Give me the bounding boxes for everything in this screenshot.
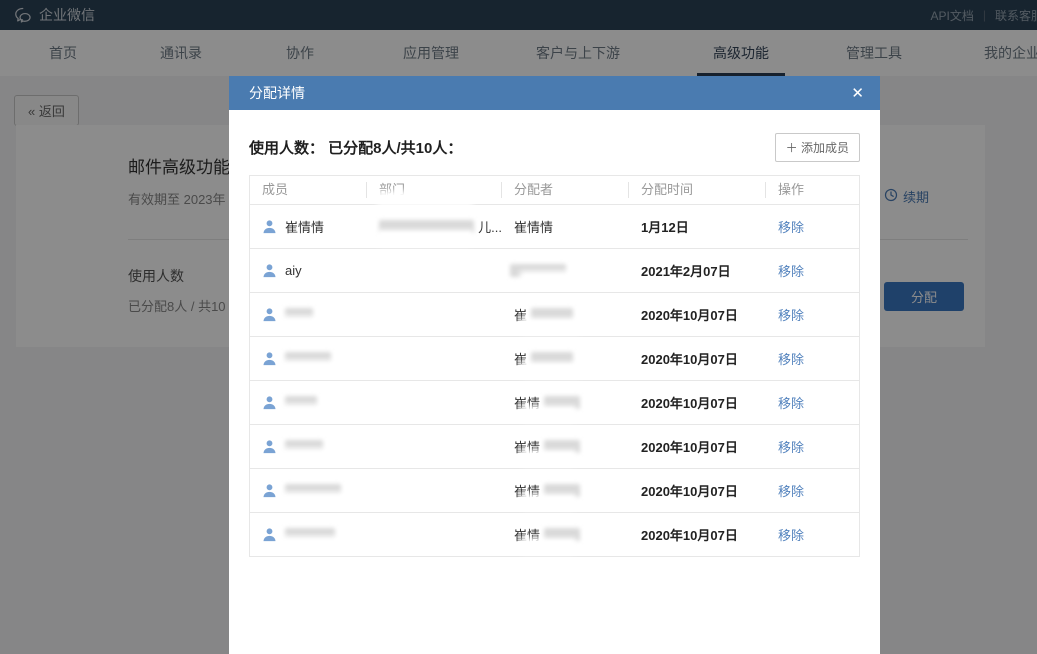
member-cell: 崔情情 — [250, 217, 367, 236]
remove-link[interactable]: 移除 — [778, 437, 804, 456]
remove-link[interactable]: 移除 — [778, 305, 804, 324]
member-cell — [250, 351, 367, 366]
table-row: 崔 2020年10月07日 移除 — [250, 336, 859, 380]
censor-smudge — [520, 406, 576, 421]
action-cell: 移除 — [766, 525, 859, 544]
remove-link[interactable]: 移除 — [778, 525, 804, 544]
censor-smudge — [280, 492, 364, 507]
remove-link[interactable]: 移除 — [778, 481, 804, 500]
date-cell: 2021年2月07日 — [629, 261, 766, 280]
action-cell: 移除 — [766, 349, 859, 368]
assign-date: 2020年10月07日 — [641, 393, 738, 412]
censor-smudge — [520, 271, 596, 286]
table-row: 崔情 2020年10月07日 移除 — [250, 468, 859, 512]
remove-link[interactable]: 移除 — [778, 217, 804, 236]
member-cell — [250, 395, 367, 410]
censor-smudge — [520, 538, 576, 553]
member-cell — [250, 307, 367, 322]
censor-smudge — [520, 362, 582, 377]
assign-date: 2020年10月07日 — [641, 349, 738, 368]
col-header-member: 成员 — [250, 182, 367, 198]
dept-cell: 儿... — [367, 217, 502, 236]
assign-date: 2020年10月07日 — [641, 481, 738, 500]
date-cell: 2020年10月07日 — [629, 481, 766, 500]
assigner-cell: 崔情 — [502, 437, 629, 456]
remove-link[interactable]: 移除 — [778, 349, 804, 368]
assign-date: 2020年10月07日 — [641, 437, 738, 456]
censor-smudge — [280, 360, 354, 375]
modal-body: 使用人数： 已分配8人/共10人： ＋ 添加成员 成员 部门 分配者 分配时间 … — [229, 133, 880, 557]
member-cell: aiy — [250, 263, 367, 278]
member-name: aiy — [285, 263, 302, 278]
close-icon[interactable]: ✕ — [851, 86, 864, 101]
action-cell: 移除 — [766, 481, 859, 500]
table-row: 崔情 2020年10月07日 移除 — [250, 424, 859, 468]
member-table: 成员 部门 分配者 分配时间 操作 崔情情儿...崔情情1月12日移除aiy20… — [249, 175, 860, 557]
date-cell: 2020年10月07日 — [629, 349, 766, 368]
col-header-time: 分配时间 — [629, 182, 766, 198]
action-cell: 移除 — [766, 217, 859, 236]
date-cell: 2020年10月07日 — [629, 437, 766, 456]
col-header-assigner: 分配者 — [502, 182, 629, 198]
member-avatar-icon — [262, 307, 277, 322]
member-avatar-icon — [262, 351, 277, 366]
censor-smudge — [520, 450, 576, 465]
table-row: 崔情情儿...崔情情1月12日移除 — [250, 204, 859, 248]
add-member-button[interactable]: ＋ 添加成员 — [775, 133, 860, 162]
remove-link[interactable]: 移除 — [778, 261, 804, 280]
assigner-cell: 崔情 — [502, 393, 629, 412]
censor-smudge — [377, 191, 473, 206]
modal-title: 分配详情 — [249, 83, 851, 103]
action-cell: 移除 — [766, 305, 859, 324]
member-avatar-icon — [262, 263, 277, 278]
assigner-cell: 崔情 — [502, 525, 629, 544]
censor-smudge — [520, 318, 582, 333]
member-cell — [250, 439, 367, 454]
assign-date: 2020年10月07日 — [641, 305, 738, 324]
assigner-cell: 崔 — [502, 305, 629, 324]
member-name: 崔情情 — [285, 217, 324, 236]
date-cell: 2020年10月07日 — [629, 305, 766, 324]
assigner-cell: 崔情情 — [502, 217, 629, 236]
action-cell: 移除 — [766, 261, 859, 280]
member-cell — [250, 483, 367, 498]
action-cell: 移除 — [766, 393, 859, 412]
member-table-header: 成员 部门 分配者 分配时间 操作 — [250, 176, 859, 204]
col-header-action: 操作 — [766, 182, 859, 198]
remove-link[interactable]: 移除 — [778, 393, 804, 412]
table-row: 崔 2020年10月07日 移除 — [250, 292, 859, 336]
date-cell: 2020年10月07日 — [629, 525, 766, 544]
assigner-name: 崔情情 — [514, 217, 553, 236]
member-avatar-icon — [262, 483, 277, 498]
dept-tail-text: 儿... — [478, 217, 502, 236]
member-avatar-icon — [262, 219, 277, 234]
date-cell: 2020年10月07日 — [629, 393, 766, 412]
assigner-cell: 崔 — [502, 349, 629, 368]
censor-smudge — [520, 494, 576, 509]
member-avatar-icon — [262, 439, 277, 454]
censor-smudge — [280, 316, 336, 331]
assigner-cell — [502, 264, 629, 277]
usage-summary: 使用人数： 已分配8人/共10人： — [249, 137, 462, 158]
assign-date: 2020年10月07日 — [641, 525, 738, 544]
censor-smudge — [280, 448, 346, 463]
modal-header: 分配详情 ✕ — [229, 76, 880, 110]
action-cell: 移除 — [766, 437, 859, 456]
assigner-cell: 崔情 — [502, 481, 629, 500]
table-row: aiy 2021年2月07日 移除 — [250, 248, 859, 292]
censor-smudge — [280, 536, 358, 551]
censor-smudge — [377, 230, 473, 245]
member-table-body: 崔情情儿...崔情情1月12日移除aiy2021年2月07日移除崔2020年10… — [250, 204, 859, 556]
date-cell: 1月12日 — [629, 217, 766, 236]
table-row: 崔情 2020年10月07日 移除 — [250, 512, 859, 556]
member-avatar-icon — [262, 395, 277, 410]
member-cell — [250, 527, 367, 542]
member-avatar-icon — [262, 527, 277, 542]
censor-smudge — [280, 404, 340, 419]
assign-date: 1月12日 — [641, 217, 689, 236]
table-row: 崔情 2020年10月07日 移除 — [250, 380, 859, 424]
assign-date: 2021年2月07日 — [641, 261, 731, 280]
allocation-detail-modal: 分配详情 ✕ 使用人数： 已分配8人/共10人： ＋ 添加成员 成员 部门 分配… — [229, 76, 880, 654]
